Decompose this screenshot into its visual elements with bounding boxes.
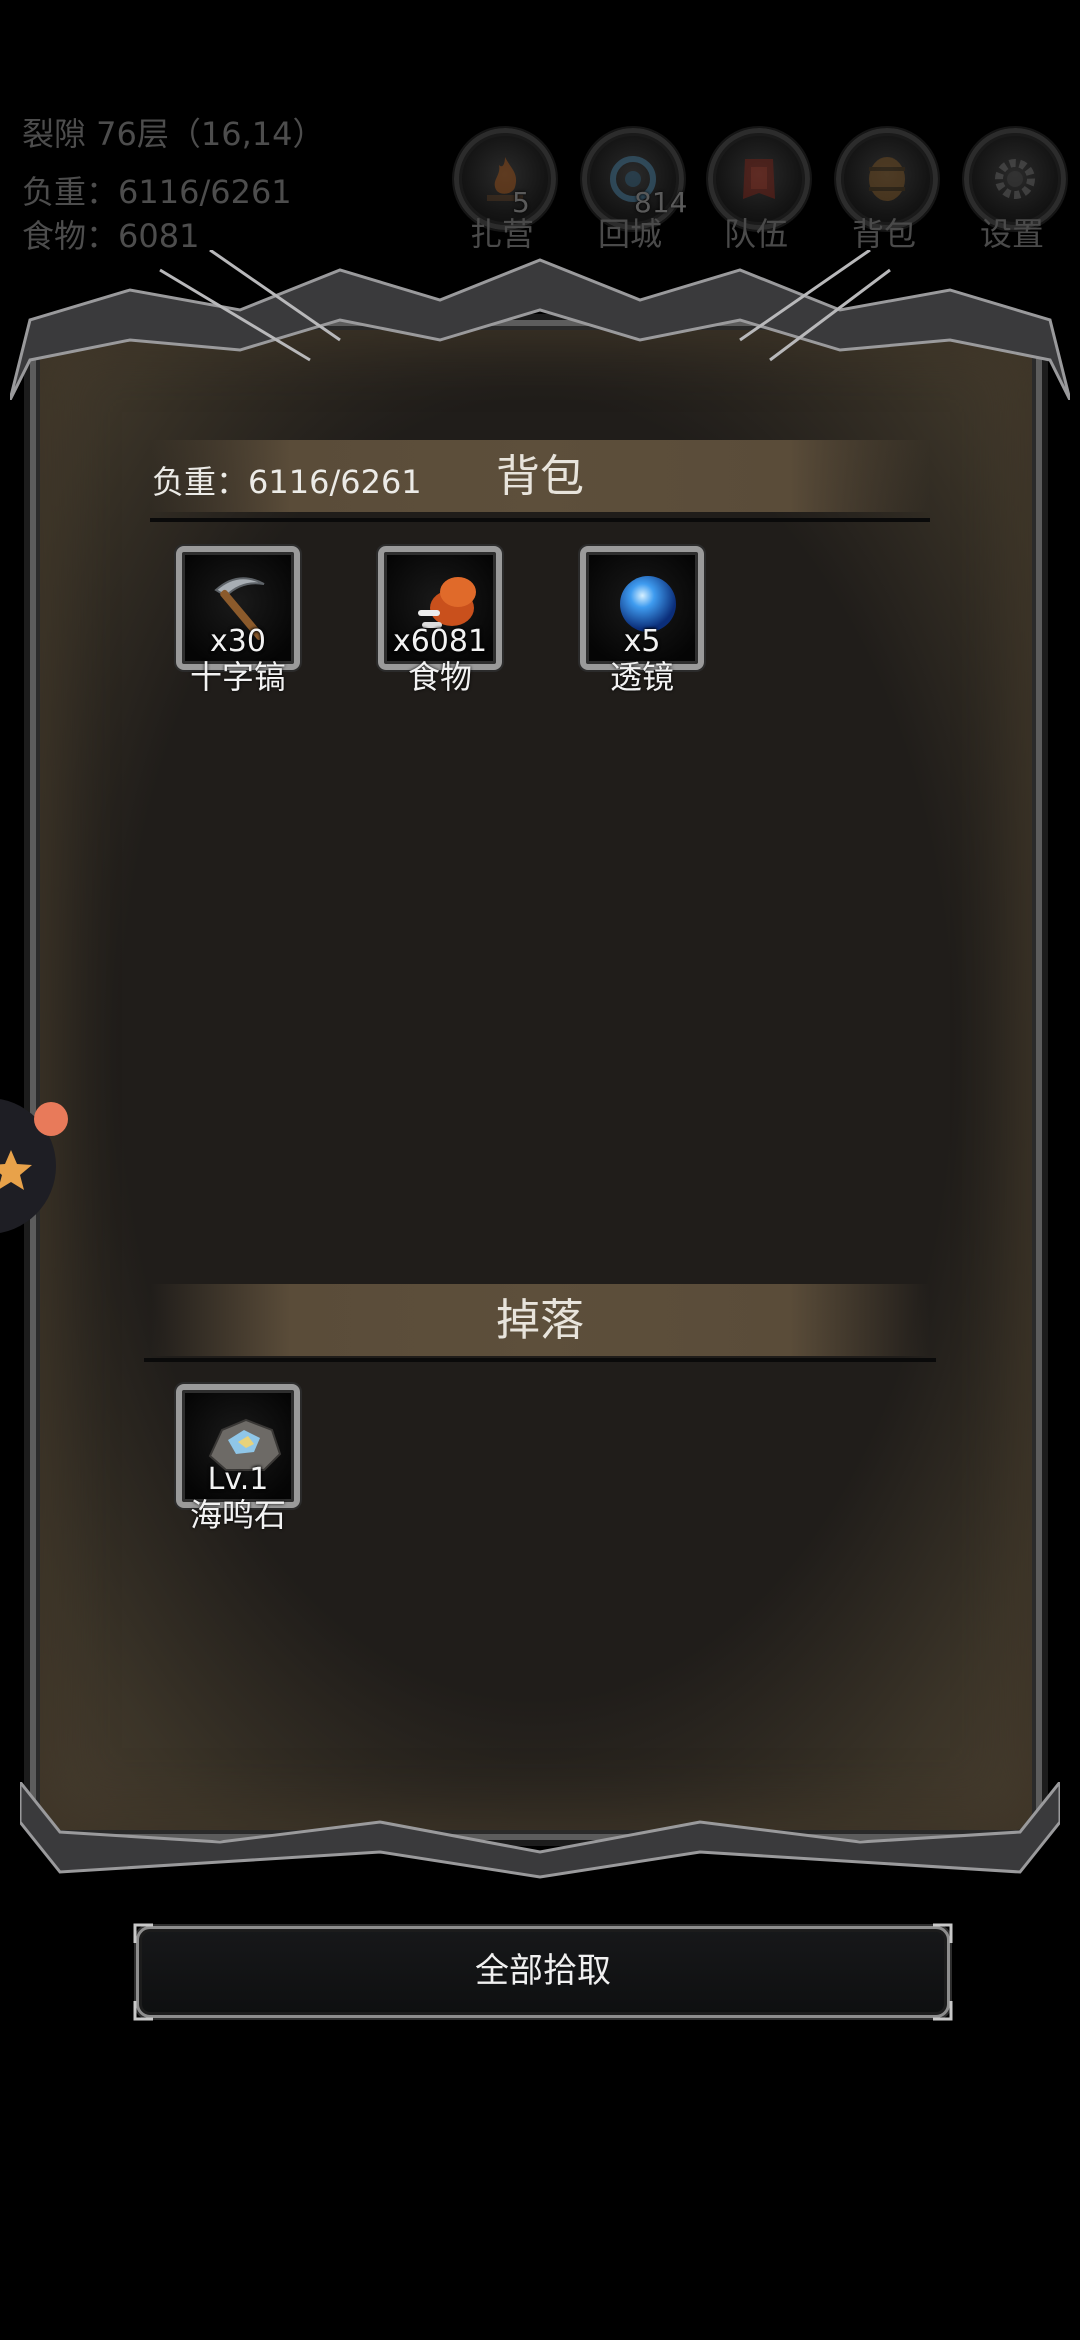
item-level: Lv.1 [207,1462,269,1497]
star-icon [0,1150,32,1190]
item-slot-pickaxe[interactable]: x30 十字镐 [176,546,300,716]
drops-section-header: 掉落 [150,1284,930,1356]
location-label: 裂隙 76层（16,14） [22,115,325,153]
return-town-label: 回城 [597,215,662,253]
item-slot-food[interactable]: x6081 食物 [378,546,502,716]
item-count: x6081 [392,624,488,659]
return-town-button[interactable]: 814 回城 [580,128,687,258]
game-screen: 裂隙 76层（16,14） 负重：6116/6261 食物：6081 5 扎营 … [0,0,1080,2340]
panel-frame-bottom-ornament [20,1782,1060,1879]
backpack-button[interactable]: 背包 [834,128,938,258]
item-name: 海鸣石 [189,1496,286,1534]
drop-slot-sea-stone[interactable]: Lv.1 海鸣石 [176,1384,300,1554]
team-button[interactable]: 队伍 [706,128,810,258]
camp-button[interactable]: 5 扎营 [452,128,556,258]
corner-ornament [933,2001,953,2021]
item-count: x30 [210,624,266,659]
corner-ornament [133,2001,153,2021]
backpack-label: 背包 [851,215,916,253]
corner-ornament [933,1923,953,1943]
settings-button[interactable]: 设置 [962,128,1066,258]
item-slot-lens[interactable]: x5 透镜 [580,546,704,716]
item-count: x5 [623,624,661,659]
floating-assistant-button[interactable] [0,1098,68,1234]
hud-weight-label: 负重：6116/6261 [22,173,292,211]
item-name: 透镜 [609,658,674,696]
pickup-all-button[interactable]: 全部拾取 [133,1923,953,2021]
item-name: 十字镐 [189,658,286,696]
item-name: 食物 [407,658,472,696]
pickup-all-label: 全部拾取 [475,1951,611,1991]
drops-divider [144,1358,936,1362]
corner-ornament [133,1923,153,1943]
camp-label: 扎营 [469,215,534,253]
settings-label: 设置 [979,215,1044,253]
backpack-divider [150,518,930,522]
panel-frame-top-ornament [10,250,1070,400]
drops-title: 掉落 [496,1295,584,1346]
backpack-weight-label: 负重：6116/6261 [152,463,422,501]
notification-dot [34,1102,68,1136]
team-label: 队伍 [723,215,788,253]
